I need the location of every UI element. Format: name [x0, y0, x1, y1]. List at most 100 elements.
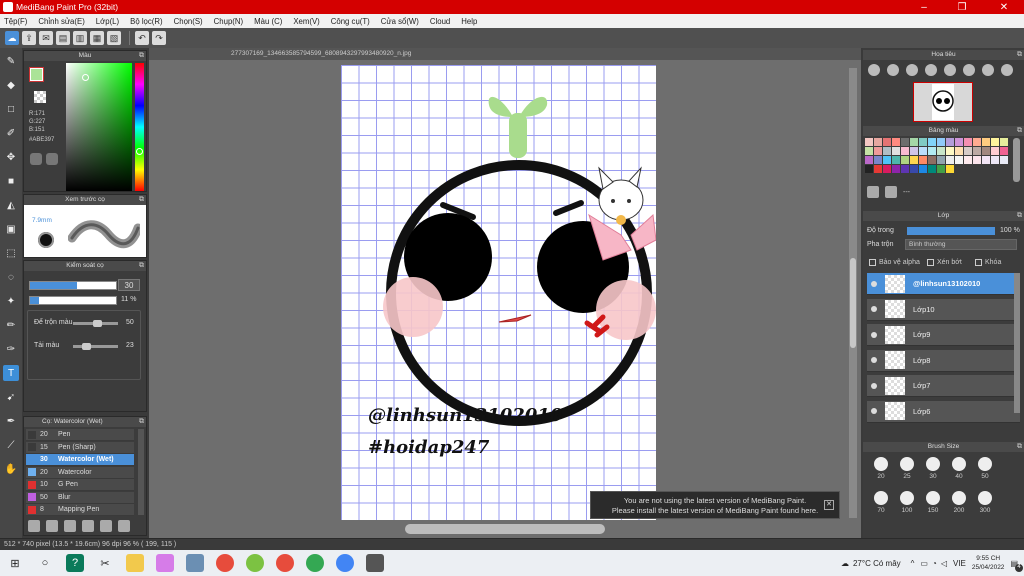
file-explorer-icon[interactable]: [126, 554, 144, 572]
palette-swatch[interactable]: [892, 147, 900, 155]
gradient-tool-icon[interactable]: ▣: [3, 221, 19, 237]
brush-list-item[interactable]: 10 G Pen: [26, 479, 134, 491]
palette-swatch[interactable]: [928, 147, 936, 155]
weather-text[interactable]: 27°C Có mây: [853, 559, 901, 568]
palette-swatch[interactable]: [928, 138, 936, 146]
chrome-icon-1[interactable]: [216, 554, 234, 572]
select-pen-tool-icon[interactable]: ✏: [3, 317, 19, 333]
brush-list-scrollbar[interactable]: [138, 429, 144, 515]
lasso-tool-icon[interactable]: ◌: [3, 269, 19, 285]
hand-tool-icon[interactable]: ✋: [3, 461, 19, 477]
text-tool-icon[interactable]: T: [3, 365, 19, 381]
layer-visibility-icon[interactable]: [871, 306, 877, 312]
layer-list-scrollbar[interactable]: [1014, 273, 1020, 413]
brush-size-preset[interactable]: 30: [919, 454, 947, 486]
layer-row[interactable]: Lớp8: [867, 349, 1020, 372]
rotate-right-icon[interactable]: [1001, 64, 1013, 76]
brush-size-preset[interactable]: 25: [893, 454, 921, 486]
windows-start-icon[interactable]: ⊞: [6, 554, 24, 572]
undo-icon[interactable]: ↶: [135, 31, 149, 45]
palette-swatch[interactable]: [973, 138, 981, 146]
tray-chevron-icon[interactable]: ^: [911, 559, 915, 568]
select-eraser-tool-icon[interactable]: ✑: [3, 341, 19, 357]
palette-swatch[interactable]: [883, 165, 891, 173]
export-icon[interactable]: ⇪: [22, 31, 36, 45]
palette-swatch[interactable]: [955, 138, 963, 146]
palette-swatch[interactable]: [901, 165, 909, 173]
zoom-reset-icon[interactable]: [944, 64, 956, 76]
menu-tools[interactable]: Công cụ(T): [331, 17, 370, 26]
palette-swatch[interactable]: [883, 147, 891, 155]
palette-swatch[interactable]: [1000, 138, 1008, 146]
minimize-button[interactable]: –: [910, 0, 938, 14]
menu-help[interactable]: Help: [461, 17, 477, 26]
palette-swatch[interactable]: [892, 156, 900, 164]
palette-swatch[interactable]: [964, 138, 972, 146]
calculator-icon[interactable]: [366, 554, 384, 572]
palette-swatch[interactable]: [937, 156, 945, 164]
notification-line2[interactable]: Please install the latest version of Med…: [591, 506, 839, 516]
add-brush-icon[interactable]: [28, 520, 40, 532]
hue-slider[interactable]: [135, 63, 144, 191]
palette-swatch[interactable]: [901, 138, 909, 146]
rect-tool-icon[interactable]: □: [3, 101, 19, 117]
layer-visibility-icon[interactable]: [871, 280, 877, 287]
app-icon-purple[interactable]: [156, 554, 174, 572]
layer-row[interactable]: Lớp7: [867, 375, 1020, 397]
layer-opacity-slider[interactable]: [907, 227, 995, 235]
palette-swatch[interactable]: [865, 165, 873, 173]
grid-icon[interactable]: ▦: [90, 31, 104, 45]
rotate-left-icon[interactable]: [963, 64, 975, 76]
divide-tool-icon[interactable]: ⟋: [3, 437, 19, 453]
search-icon[interactable]: ○: [36, 554, 54, 572]
palette-swatch[interactable]: [883, 156, 891, 164]
layer-visibility-icon[interactable]: [871, 331, 877, 338]
lock-checkbox[interactable]: Khóa: [975, 259, 1001, 266]
color-slider-icon[interactable]: [46, 153, 58, 165]
palette-swatch[interactable]: [910, 138, 918, 146]
menu-edit[interactable]: Chỉnh sửa(E): [38, 17, 84, 26]
clock[interactable]: 9:55 CH 25/04/2022: [972, 554, 1005, 572]
palette-swatch[interactable]: [901, 147, 909, 155]
panel-popout-icon[interactable]: ⧉: [139, 417, 144, 427]
battery-icon[interactable]: ▭: [920, 559, 928, 568]
vertical-scrollbar-thumb[interactable]: [850, 258, 856, 348]
palette-swatch[interactable]: [928, 156, 936, 164]
panel-popout-icon[interactable]: ⧉: [139, 195, 144, 205]
palette-swatch[interactable]: [946, 147, 954, 155]
update-notification[interactable]: You are not using the latest version of …: [590, 491, 840, 519]
move-tool-icon[interactable]: ✥: [3, 149, 19, 165]
navigator-thumbnail[interactable]: [913, 82, 973, 122]
panel-popout-icon[interactable]: ⧉: [139, 51, 144, 61]
menu-window[interactable]: Cửa sổ(W): [381, 17, 419, 26]
menu-filter[interactable]: Bộ lọc(R): [130, 17, 163, 26]
palette-swatch[interactable]: [910, 165, 918, 173]
green-app-icon[interactable]: [246, 554, 264, 572]
menu-color[interactable]: Màu (C): [254, 17, 282, 26]
panel-popout-icon[interactable]: ⧉: [139, 261, 144, 271]
fill-rect-tool-icon[interactable]: ■: [3, 173, 19, 189]
palette-swatch[interactable]: [1000, 147, 1008, 155]
palette-swatch[interactable]: [919, 165, 927, 173]
palette-swatch[interactable]: [874, 138, 882, 146]
brush-copy-icon[interactable]: [82, 520, 94, 532]
select-tool-icon[interactable]: ⬚: [3, 245, 19, 261]
volume-icon[interactable]: ◁: [941, 559, 947, 568]
palette-swatch[interactable]: [982, 156, 990, 164]
palette-swatch[interactable]: [1000, 156, 1008, 164]
magic-wand-tool-icon[interactable]: ✦: [3, 293, 19, 309]
panel-popout-icon[interactable]: ⧉: [1017, 50, 1022, 60]
layer-blend-select[interactable]: Bình thường: [905, 239, 1017, 250]
foreground-color-swatch[interactable]: [30, 68, 43, 81]
palette-add-icon[interactable]: [867, 186, 879, 198]
palette-swatch[interactable]: [865, 156, 873, 164]
notification-center-icon[interactable]: ▤ 4: [1010, 559, 1023, 572]
saturation-value-picker[interactable]: [66, 63, 132, 191]
brush-size-slider[interactable]: [29, 281, 117, 290]
horizontal-scrollbar-thumb[interactable]: [405, 524, 605, 534]
palette-swatch[interactable]: [910, 156, 918, 164]
palette-swatch[interactable]: [946, 156, 954, 164]
eraser-tool-icon[interactable]: ◆: [3, 77, 19, 93]
palette-swatch[interactable]: [865, 147, 873, 155]
panel-popout-icon[interactable]: ⧉: [1017, 442, 1022, 452]
